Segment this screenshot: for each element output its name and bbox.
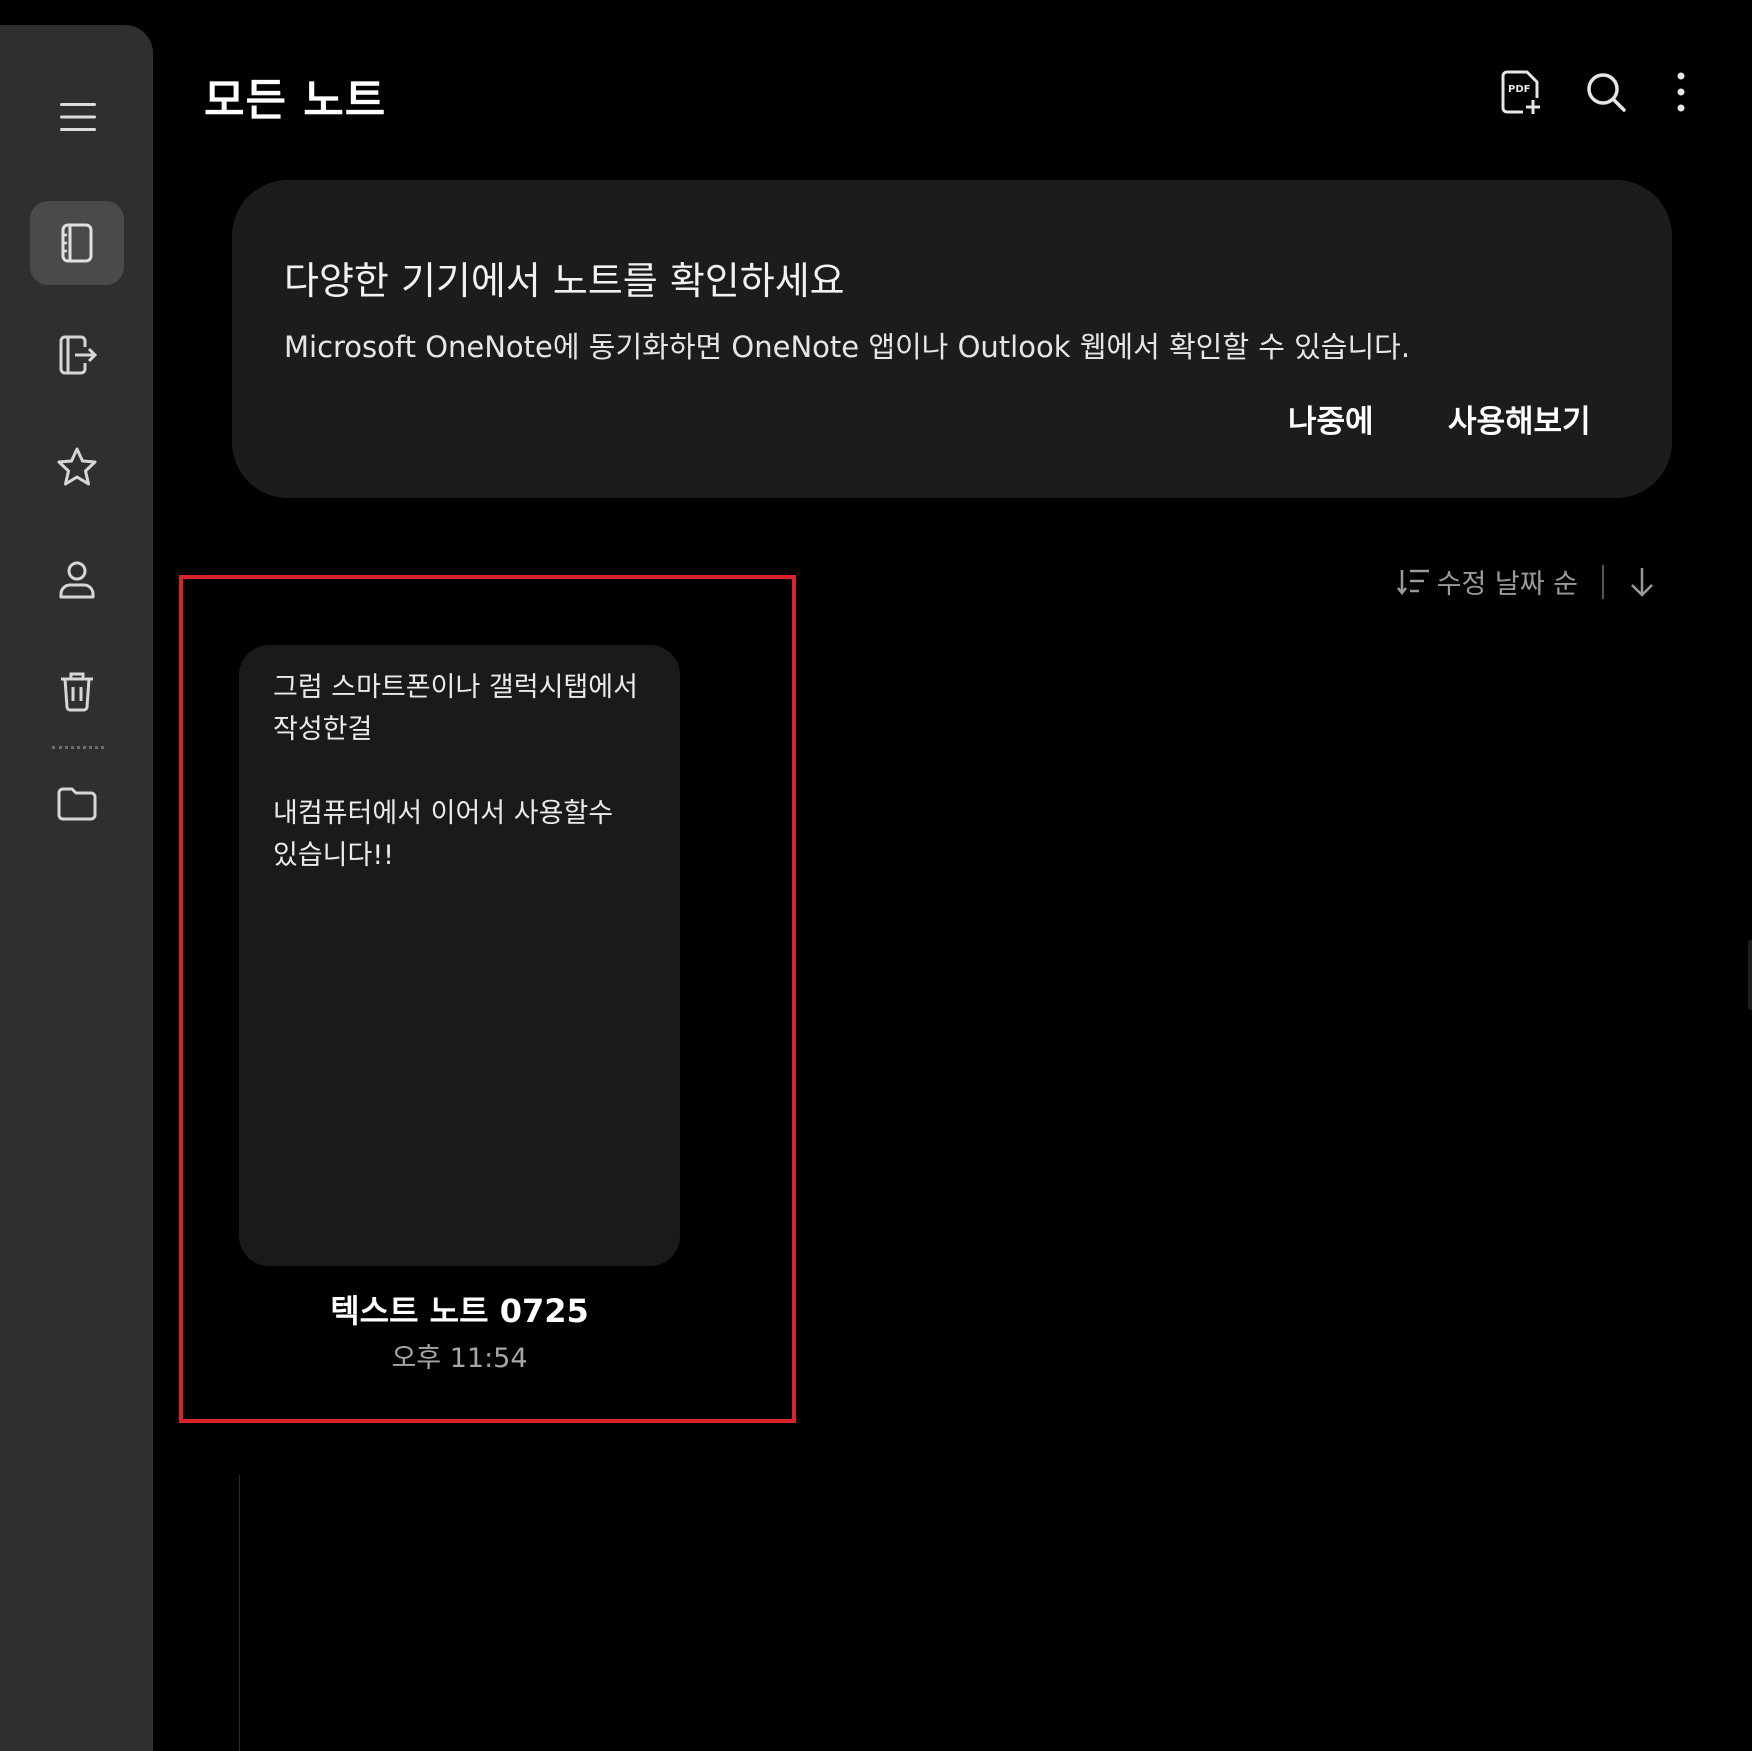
more-vertical-icon[interactable] — [1653, 64, 1709, 120]
search-icon[interactable] — [1578, 64, 1634, 120]
list-edge-line — [239, 1475, 240, 1751]
note-preview-blank-line — [273, 751, 663, 793]
hamburger-menu-icon[interactable] — [48, 91, 108, 143]
trash-icon — [61, 672, 93, 712]
export-note-icon — [59, 335, 98, 375]
note-card[interactable]: 그럼 스마트폰이나 갤럭시탭에서 작성한걸 내컴퓨터에서 이어서 사용할수 있습… — [239, 645, 680, 1266]
page-title: 모든 노트 — [204, 75, 387, 126]
sidebar-item-account[interactable] — [30, 537, 124, 621]
sync-banner: 다양한 기기에서 노트를 확인하세요 Microsoft OneNote에 동기… — [232, 180, 1672, 498]
sort-bar: 수정 날짜 순 — [1396, 562, 1656, 601]
sidebar — [0, 25, 153, 1751]
note-preview-line: 작성한걸 — [273, 714, 373, 745]
note-title[interactable]: 텍스트 노트 0725 — [239, 1286, 680, 1332]
sidebar-item-all-notes[interactable] — [30, 201, 124, 285]
sidebar-item-shared[interactable] — [30, 313, 124, 397]
arrow-down-icon[interactable] — [1628, 565, 1656, 599]
svg-text:PDF: PDF — [1508, 84, 1530, 95]
sort-label[interactable]: 수정 날짜 순 — [1437, 562, 1578, 601]
app-window: 모든 노트 PDF 다양한 기기에서 노트를 확인하세요 Microsoft O… — [0, 0, 1752, 1751]
banner-description: Microsoft OneNote에 동기화하면 OneNote 앱이나 Out… — [284, 330, 1411, 364]
sidebar-item-favorites[interactable] — [30, 425, 124, 509]
sidebar-item-folders[interactable] — [30, 761, 124, 845]
sort-lines-icon[interactable] — [1396, 566, 1431, 598]
sort-separator — [1602, 564, 1604, 599]
try-button[interactable]: 사용해보기 — [1448, 396, 1591, 441]
note-time: 오후 11:54 — [391, 1343, 528, 1374]
later-button[interactable]: 나중에 — [1288, 396, 1374, 441]
scroll-handle[interactable] — [1748, 940, 1752, 1010]
banner-title: 다양한 기기에서 노트를 확인하세요 — [284, 259, 845, 303]
star-icon — [57, 447, 97, 486]
note-preview: 그럼 스마트폰이나 갤럭시탭에서 작성한걸 내컴퓨터에서 이어서 사용할수 있습… — [273, 667, 663, 877]
pdf-add-icon[interactable]: PDF — [1493, 64, 1549, 120]
note-preview-line: 있습니다!! — [273, 840, 395, 871]
sidebar-item-trash[interactable] — [30, 649, 124, 733]
note-preview-line: 그럼 스마트폰이나 갤럭시탭에서 — [273, 672, 638, 703]
person-icon — [59, 561, 95, 599]
notebook-icon — [61, 223, 93, 263]
sidebar-divider — [52, 746, 104, 749]
folder-icon — [57, 787, 97, 821]
note-preview-line: 내컴퓨터에서 이어서 사용할수 — [273, 798, 614, 829]
